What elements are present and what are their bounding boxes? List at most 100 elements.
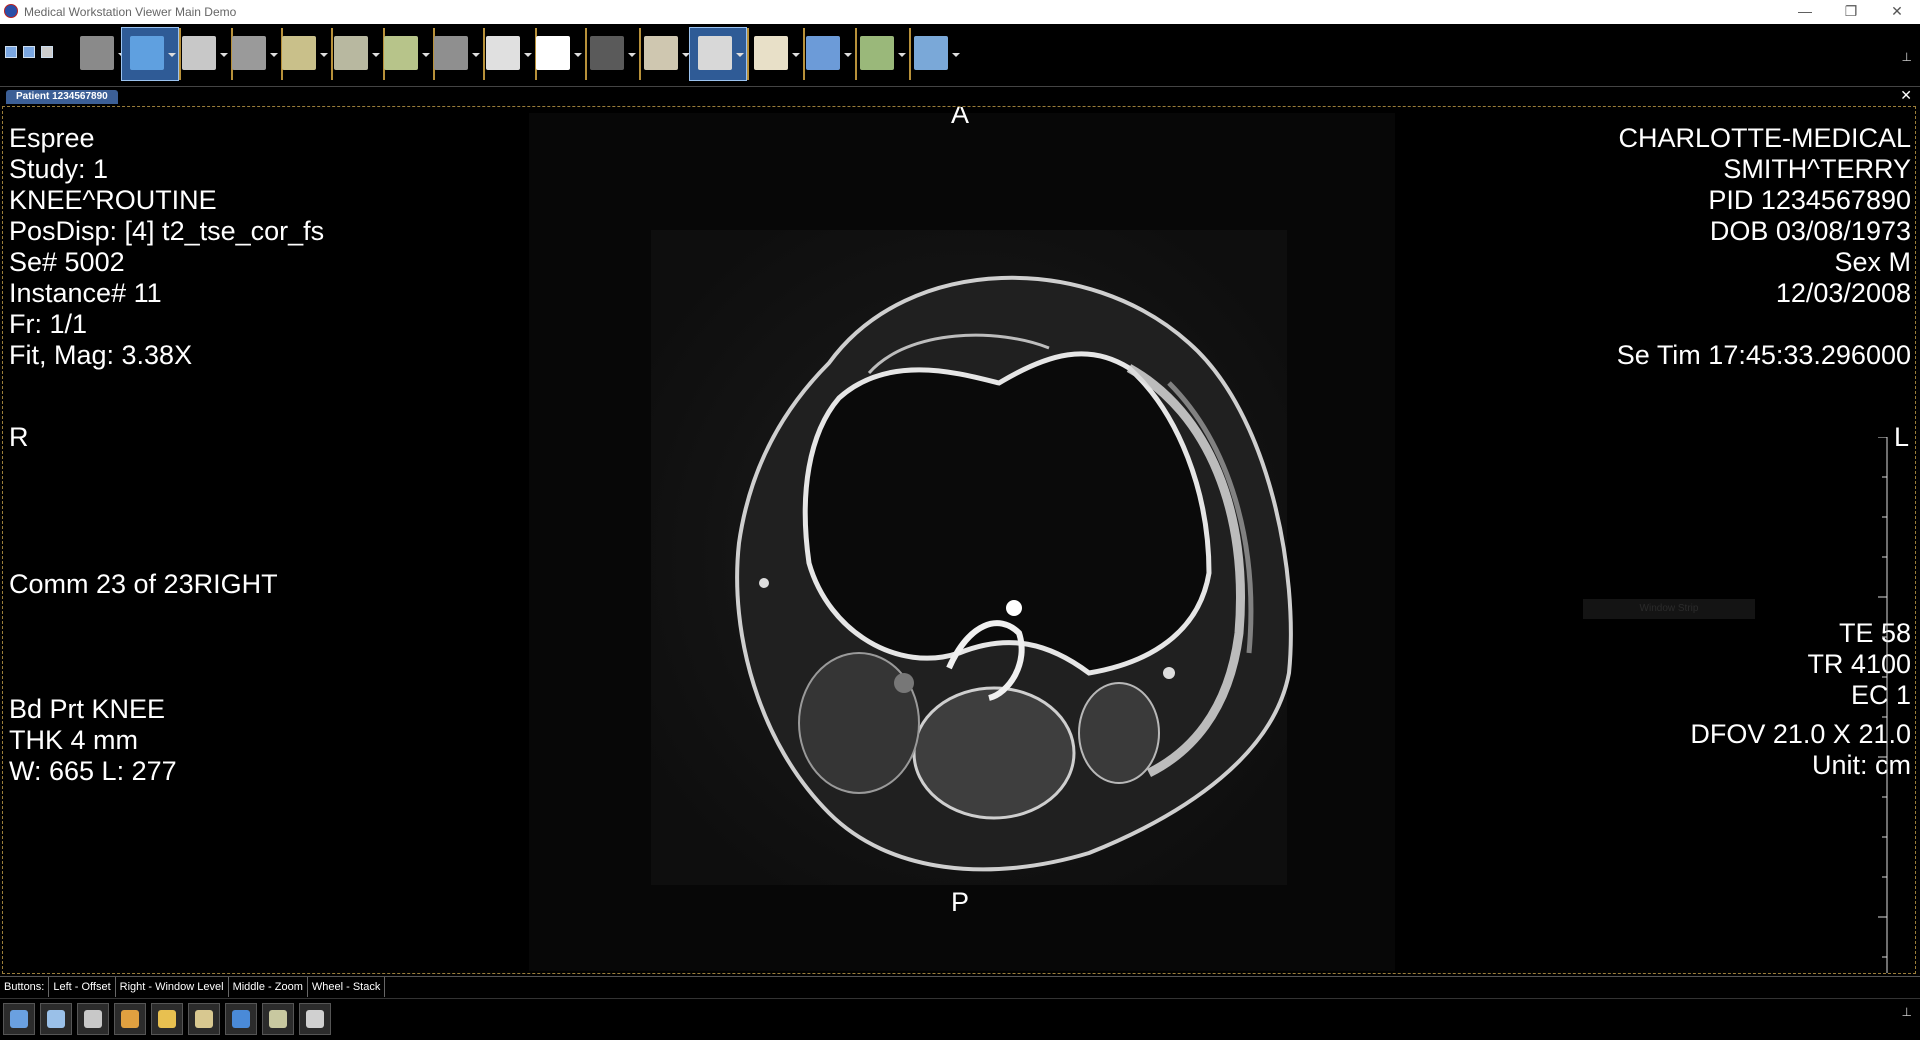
restore-button[interactable]: ❐: [1828, 0, 1874, 24]
dropdown-arrow-icon[interactable]: [682, 53, 690, 57]
orientation-anterior: A: [951, 106, 970, 129]
layout-button[interactable]: [426, 28, 482, 80]
cine-button[interactable]: [582, 28, 638, 80]
dicom-info-button[interactable]: [746, 28, 802, 80]
main-toolbar: ⊥: [0, 24, 1920, 84]
overlay-line: EC 1: [1850, 680, 1911, 710]
overlay-line: 12/03/2008: [1775, 278, 1911, 308]
overlay-line: [1617, 309, 1911, 340]
statusbar-item: Buttons:: [0, 977, 50, 997]
window-title: Medical Workstation Viewer Main Demo: [24, 5, 237, 19]
grid-button[interactable]: [798, 28, 854, 80]
pencil-icon: [84, 1010, 102, 1028]
tab-patient[interactable]: Patient 1234567890: [6, 90, 118, 104]
export-button[interactable]: [636, 28, 692, 80]
window-level-button[interactable]: [224, 28, 280, 80]
dropdown-arrow-icon[interactable]: [952, 53, 960, 57]
overlay-line: PosDisp: [4] t2_tse_cor_fs: [9, 216, 325, 246]
overlay-line: CHARLOTTE-MEDICAL: [1618, 123, 1911, 153]
magnify-button[interactable]: [174, 28, 230, 80]
invert-button[interactable]: [528, 28, 584, 80]
copy-icon[interactable]: [23, 46, 35, 58]
statusbar-item: Right - Window Level: [116, 977, 229, 997]
statusbar-item: Left - Offset: [49, 977, 116, 997]
zoom-search-button[interactable]: [40, 1003, 72, 1035]
patient-search-icon: [10, 1010, 28, 1028]
ruler-icon: [334, 36, 368, 70]
overlay-line: Sex M: [1834, 247, 1911, 277]
overlay-line: THK 4 mm: [9, 725, 139, 755]
contrast-button[interactable]: [478, 28, 534, 80]
statusbar-item: Wheel - Stack: [308, 977, 386, 997]
cine-icon: [590, 36, 624, 70]
series-layout-button[interactable]: [906, 28, 962, 80]
bottom-toolbar: ⊥: [0, 998, 1920, 1040]
print-icon[interactable]: [41, 46, 53, 58]
close-window-button[interactable]: ✕: [1874, 0, 1920, 24]
export-icon: [644, 36, 678, 70]
orientation-posterior: P: [951, 887, 970, 917]
overlay-line: Se Tim 17:45:33.296000: [1616, 340, 1911, 370]
pin-bottombar-icon[interactable]: ⊥: [1902, 1005, 1912, 1019]
link-button[interactable]: [689, 27, 747, 81]
dropdown-arrow-icon[interactable]: [628, 53, 636, 57]
orientation-right: R: [9, 422, 29, 452]
series-layout-icon: [914, 36, 948, 70]
pin-toolbar-icon[interactable]: ⊥: [1902, 50, 1912, 64]
mouse-button-statusbar: Buttons: Left - Offset Right - Window Leve…: [0, 976, 1920, 997]
dropdown-arrow-icon[interactable]: [844, 53, 852, 57]
overlay-left-top: Espree Study: 1 KNEE^ROUTINE PosDisp: [4] t…: [9, 123, 324, 371]
refresh-icon: [306, 1010, 324, 1028]
stack-button[interactable]: [72, 28, 128, 80]
tab-row: Patient 1234567890 ✕: [0, 86, 1920, 105]
invert-icon: [536, 36, 570, 70]
vertical-scale-ruler: [1878, 437, 1888, 973]
settings-button[interactable]: [151, 1003, 183, 1035]
users-icon: [121, 1010, 139, 1028]
users-button[interactable]: [114, 1003, 146, 1035]
overlay-comment: Comm 23 of 23RIGHT: [9, 569, 278, 599]
stack-icon: [80, 36, 114, 70]
close-tab-button[interactable]: ✕: [1900, 87, 1912, 103]
statusbar-item: Middle - Zoom: [229, 977, 308, 997]
refresh-button[interactable]: [299, 1003, 331, 1035]
forward-arrow-icon: [232, 1010, 250, 1028]
dropdown-arrow-icon[interactable]: [574, 53, 582, 57]
app-logo-icon: [4, 4, 18, 18]
eraser-icon: [195, 1010, 213, 1028]
save-icon[interactable]: [5, 46, 17, 58]
zoom-search-icon: [47, 1010, 65, 1028]
overlay-line: Fit, Mag: 3.38X: [9, 340, 193, 370]
overlay-line: Se# 5002: [9, 247, 125, 277]
mri-image[interactable]: [529, 113, 1395, 971]
forward-arrow-button[interactable]: [225, 1003, 257, 1035]
title-bar: Medical Workstation Viewer Main Demo — ❐…: [0, 0, 1920, 24]
contrast-icon: [486, 36, 520, 70]
overlay-line: W: 665 L: 277: [9, 756, 177, 786]
pencil-button[interactable]: [77, 1003, 109, 1035]
overlay-line: SMITH^TERRY: [1723, 154, 1911, 184]
angle-button[interactable]: [376, 28, 432, 80]
image-viewport[interactable]: Espree Study: 1 KNEE^ROUTINE PosDisp: [4] t…: [2, 106, 1916, 974]
pan-button[interactable]: [121, 27, 179, 81]
overlay-line: Study: 1: [9, 154, 109, 184]
overlay-line: DOB 03/08/1973: [1709, 216, 1911, 246]
picture-button[interactable]: [852, 28, 908, 80]
ruler-button[interactable]: [326, 28, 382, 80]
minimize-button[interactable]: —: [1782, 0, 1828, 24]
pointer-icon: [269, 1010, 287, 1028]
eraser-button[interactable]: [188, 1003, 220, 1035]
window-strip[interactable]: Window Strip: [1583, 599, 1755, 619]
settings-icon: [158, 1010, 176, 1028]
pointer-button[interactable]: [262, 1003, 294, 1035]
roi-icon: [282, 36, 316, 70]
pan-icon: [130, 36, 164, 70]
overlay-line: PID 1234567890: [1708, 185, 1911, 215]
patient-search-button[interactable]: [3, 1003, 35, 1035]
overlay-line: KNEE^ROUTINE: [9, 185, 217, 215]
overlay-line: TE 58: [1838, 618, 1911, 648]
magnify-icon: [182, 36, 216, 70]
roi-button[interactable]: [274, 28, 330, 80]
dropdown-arrow-icon[interactable]: [898, 53, 906, 57]
dropdown-arrow-icon[interactable]: [736, 53, 744, 57]
